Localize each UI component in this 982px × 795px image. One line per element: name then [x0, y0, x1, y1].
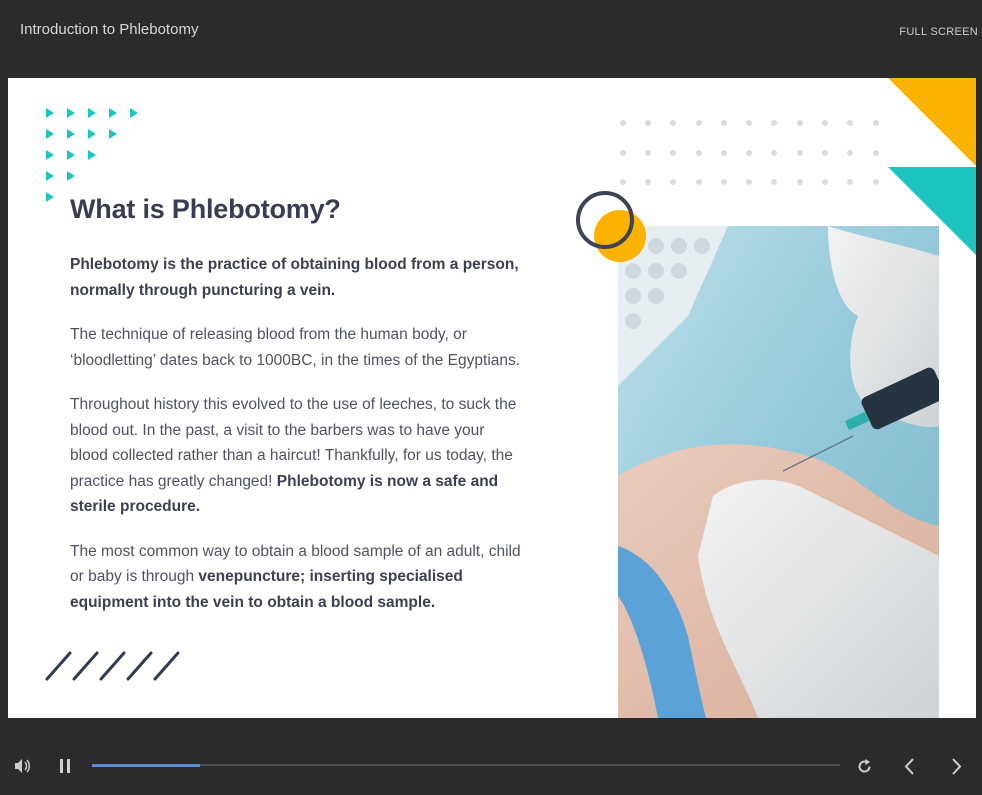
paragraph-venepuncture: The most common way to obtain a blood sa…	[70, 542, 521, 611]
top-bar: Introduction to Phlebotomy FULL SCREEN	[0, 0, 982, 78]
pause-icon[interactable]	[59, 759, 71, 773]
replay-icon[interactable]	[856, 758, 873, 775]
slide-heading: What is Phlebotomy?	[70, 194, 341, 224]
paragraph-history: The technique of releasing blood from th…	[70, 326, 521, 369]
navy-ring-decoration	[576, 191, 634, 249]
progress-bar[interactable]	[92, 764, 840, 767]
fullscreen-button[interactable]: FULL SCREEN	[899, 26, 978, 38]
paragraph-intro: Phlebotomy is the practice of obtaining …	[70, 256, 519, 299]
progress-fill	[92, 764, 201, 767]
volume-icon[interactable]	[14, 758, 32, 774]
slide-body: Phlebotomy is the practice of obtaining …	[70, 252, 526, 634]
phlebotomy-photo	[618, 226, 939, 718]
paragraph-leeches: Throughout history this evolved to the u…	[70, 396, 517, 515]
player-controls	[0, 718, 982, 795]
next-icon[interactable]	[951, 758, 963, 775]
slash-lines-decoration	[45, 651, 180, 681]
course-title: Introduction to Phlebotomy	[20, 21, 199, 38]
previous-icon[interactable]	[903, 758, 915, 775]
slide-canvas: What is Phlebotomy? Phlebotomy is the pr…	[8, 78, 976, 718]
yellow-corner-triangle	[888, 78, 976, 166]
